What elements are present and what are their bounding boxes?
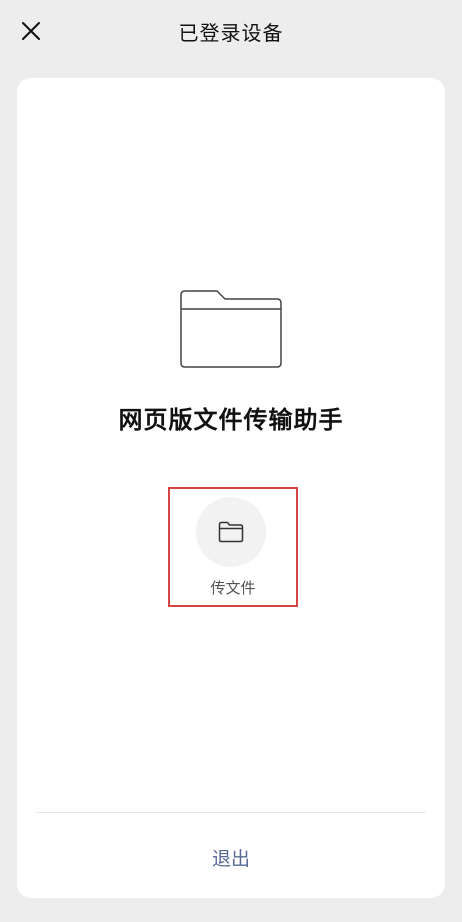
page-title: 已登录设备 xyxy=(178,21,284,45)
divider xyxy=(36,812,426,813)
send-file-label: 传文件 xyxy=(210,579,256,597)
device-card: 网页版文件传输助手 传文件 退出 xyxy=(17,78,445,898)
logout-button[interactable]: 退出 xyxy=(17,844,445,871)
folder-icon xyxy=(180,290,282,368)
send-file-button[interactable]: 传文件 xyxy=(168,487,298,607)
page: 已登录设备 网页版文件传输助手 传文件 退出 xyxy=(0,0,462,922)
device-name: 网页版文件传输助手 xyxy=(118,406,344,434)
top-bar: 已登录设备 xyxy=(0,0,462,62)
send-file-circle[interactable] xyxy=(196,497,266,567)
folder-icon xyxy=(218,521,244,543)
